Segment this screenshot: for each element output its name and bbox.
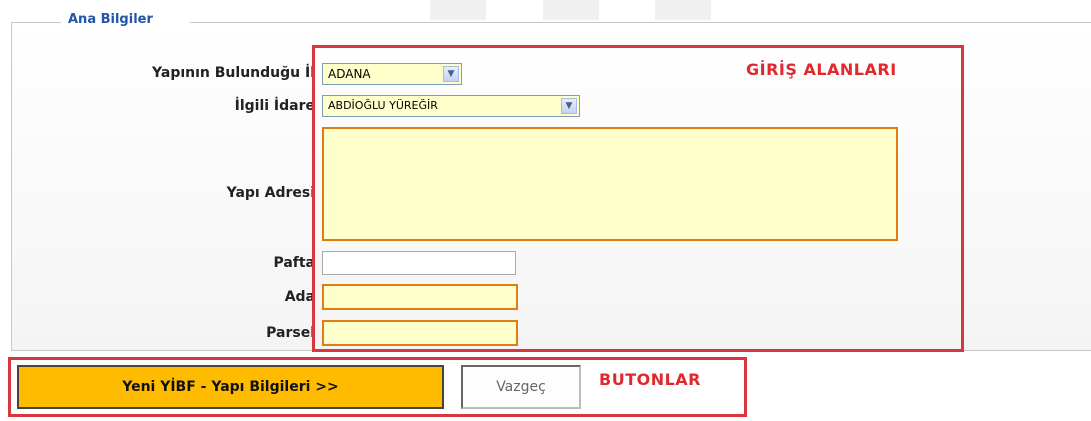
adres-label: Yapı Adresi (226, 185, 315, 201)
header-decor-1 (430, 0, 486, 20)
legend-line-right (190, 22, 1091, 23)
il-label: Yapının Bulunduğu İl (152, 65, 315, 81)
header-decor-3 (655, 0, 711, 20)
yeni-yibf-button[interactable]: Yeni YİBF - Yapı Bilgileri >> (17, 365, 444, 409)
idare-label: İlgili İdare (234, 98, 315, 114)
header-decor-2 (543, 0, 599, 20)
parsel-label: Parsel (266, 325, 315, 341)
inputs-annotation-label: GİRİŞ ALANLARI (746, 60, 897, 79)
inputs-annotation-box (312, 45, 964, 352)
section-legend: Ana Bilgiler (64, 11, 157, 29)
legend-line-left (11, 22, 61, 23)
buttons-annotation-label: BUTONLAR (599, 370, 701, 389)
vazgec-button[interactable]: Vazgeç (461, 365, 581, 409)
pafta-label: Pafta (273, 255, 315, 271)
